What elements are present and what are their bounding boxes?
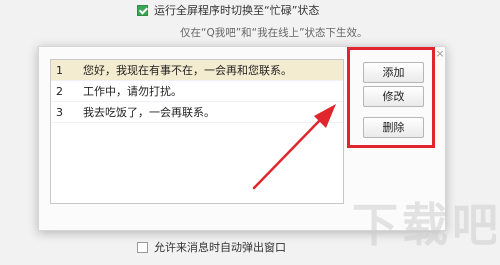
list-item-number: 1	[56, 63, 63, 77]
list-item[interactable]: 1 您好，我现在有事不在，一会再和您联系。	[51, 60, 343, 81]
auto-popup-option[interactable]: 允许来消息时自动弹出窗口	[137, 239, 286, 255]
auto-popup-checkbox[interactable]	[137, 241, 148, 253]
auto-popup-label: 允许来消息时自动弹出窗口	[154, 241, 286, 254]
list-item[interactable]: 3 我去吃饭了，一会再联系。	[51, 102, 343, 123]
status-hint-text: 仅在“Q我吧”和“我在线上”状态下生效。	[180, 27, 368, 39]
edit-button[interactable]: 修改	[363, 86, 424, 107]
list-item-number: 2	[56, 84, 63, 98]
list-item-number: 3	[56, 105, 63, 119]
site-watermark: 下载吧	[352, 198, 496, 252]
add-button[interactable]: 添加	[363, 62, 424, 83]
close-icon[interactable]: ×	[434, 48, 446, 60]
list-item-text: 我去吃饭了，一会再联系。	[83, 106, 215, 119]
delete-button[interactable]: 删除	[363, 117, 424, 138]
list-item-text: 工作中，请勿打扰。	[83, 85, 182, 98]
fullscreen-busy-option[interactable]: 运行全屏程序时切换至“忙碌”状态	[137, 2, 319, 18]
fullscreen-busy-checkbox[interactable]	[137, 4, 148, 16]
fullscreen-busy-label: 运行全屏程序时切换至“忙碌”状态	[154, 4, 320, 17]
auto-reply-list[interactable]: 1 您好，我现在有事不在，一会再和您联系。 2 工作中，请勿打扰。 3 我去吃饭…	[50, 59, 344, 204]
list-item[interactable]: 2 工作中，请勿打扰。	[51, 81, 343, 102]
screenshot-stage: 运行全屏程序时切换至“忙碌”状态 仅在“Q我吧”和“我在线上”状态下生效。 × …	[0, 0, 500, 265]
list-item-text: 您好，我现在有事不在，一会再和您联系。	[83, 64, 292, 77]
